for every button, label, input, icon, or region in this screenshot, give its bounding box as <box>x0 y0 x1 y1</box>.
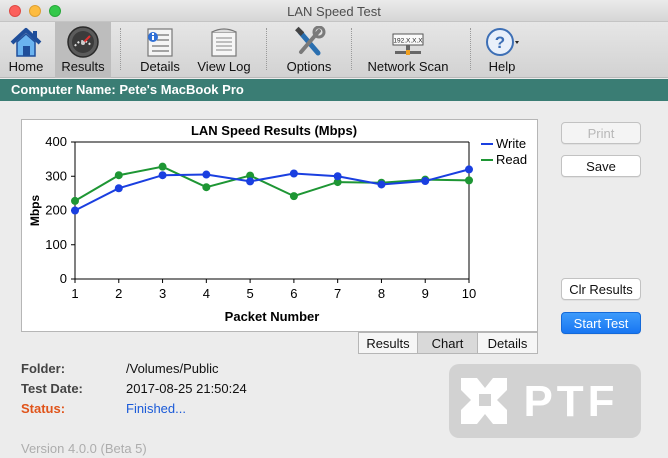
chart-x-tick-label: 10 <box>462 286 476 301</box>
toolbar-options-label: Options <box>286 59 332 74</box>
version-label: Version 4.0.0 (Beta 5) <box>21 441 147 456</box>
chart-point-write <box>333 172 342 181</box>
network-scan-icon: 192.X.X.X <box>392 33 424 55</box>
toolbar-separator <box>351 28 352 70</box>
chart-legend-label-read: Read <box>496 152 527 167</box>
details-icon <box>147 28 173 57</box>
chart-x-tick-label: 9 <box>422 286 429 301</box>
toolbar-separator <box>120 28 121 70</box>
chart-x-tick-label: 2 <box>115 286 122 301</box>
print-button[interactable]: Print <box>561 122 641 144</box>
chart-x-tick-label: 4 <box>203 286 210 301</box>
help-icon: ? <box>486 28 519 56</box>
save-button[interactable]: Save <box>561 155 641 177</box>
title-bar: LAN Speed Test <box>0 0 668 22</box>
computer-name-bar: Computer Name: Pete's MacBook Pro <box>0 79 668 101</box>
test-date-label: Test Date: <box>21 381 83 396</box>
lan-speed-chart: LAN Speed Results (Mbps) Packet Number Mbp… <box>28 123 527 324</box>
toolbar-options-button[interactable]: Options <box>280 22 338 78</box>
toolbar-help-button[interactable]: ? Help <box>480 22 524 78</box>
chart-point-write <box>421 177 430 186</box>
clear-results-button[interactable]: Clr Results <box>561 278 641 300</box>
chart-point-read <box>289 192 298 201</box>
chart-point-write <box>246 177 255 186</box>
toolbar-results-label: Results <box>61 59 105 74</box>
chart-y-tick-label: 400 <box>45 134 67 149</box>
chart-point-read <box>114 171 123 180</box>
toolbar-view-log-button[interactable]: View Log <box>193 22 255 78</box>
chart-point-read <box>71 196 79 205</box>
ptf-logo: PTF <box>449 364 641 438</box>
toolbar-network-scan-label: Network Scan <box>367 59 449 74</box>
tab-chart[interactable]: Chart <box>417 332 478 354</box>
chart-point-write <box>158 171 167 180</box>
folder-label: Folder: <box>21 361 66 376</box>
toolbar-network-scan-button[interactable]: 192.X.X.X Network Scan <box>362 22 454 78</box>
ptf-logo-mark-icon: PTF <box>461 377 618 426</box>
chart-y-tick-label: 0 <box>60 271 67 286</box>
start-test-button[interactable]: Start Test <box>561 312 641 334</box>
folder-value: /Volumes/Public <box>126 361 219 376</box>
toolbar-home-label: Home <box>8 59 44 74</box>
chart-x-tick-label: 6 <box>290 286 297 301</box>
chart-x-tick-label: 8 <box>378 286 385 301</box>
chart-y-axis-label: Mbps <box>28 195 42 227</box>
chart-x-axis-label: Packet Number <box>225 309 320 324</box>
chart-point-read <box>158 162 167 171</box>
chart-point-write <box>465 165 473 174</box>
chart-point-write <box>114 184 123 193</box>
toolbar-details-label: Details <box>140 59 180 74</box>
toolbar-details-button[interactable]: Details <box>134 22 186 78</box>
window-title: LAN Speed Test <box>287 4 381 19</box>
chart-legend-label-write: Write <box>496 136 526 151</box>
toolbar: Home Results Details View Log Options 19… <box>0 22 668 78</box>
ptf-logo-text: PTF <box>523 377 618 426</box>
chart-title: LAN Speed Results (Mbps) <box>191 123 357 138</box>
chart-y-tick-label: 300 <box>45 168 67 183</box>
chart-point-read <box>465 176 473 185</box>
chart-point-write <box>71 206 79 215</box>
speedometer-icon <box>67 26 99 58</box>
chart-panel: LAN Speed Results (Mbps) Packet Number Mbp… <box>21 119 538 332</box>
chart-y-tick-label: 200 <box>45 203 67 218</box>
chart-x-tick-label: 5 <box>246 286 253 301</box>
tab-results[interactable]: Results <box>358 332 418 354</box>
network-scan-ip-text: 192.X.X.X <box>393 38 423 45</box>
chart-series-line-write <box>74 168 470 212</box>
chart-x-tick-label: 7 <box>334 286 341 301</box>
toolbar-view-log-label: View Log <box>197 59 251 74</box>
chart-y-tick-label: 100 <box>45 237 67 252</box>
chart-point-read <box>202 183 211 192</box>
status-label: Status: <box>21 401 66 416</box>
toolbar-results-button[interactable]: Results <box>55 22 111 78</box>
log-icon <box>211 28 237 57</box>
tab-details[interactable]: Details <box>477 332 538 354</box>
toolbar-separator <box>266 28 267 70</box>
chart-x-tick-label: 3 <box>159 286 166 301</box>
chart-point-write <box>289 169 298 178</box>
chart-x-tick-label: 1 <box>71 286 78 301</box>
tools-icon <box>295 26 326 56</box>
chart-point-write <box>377 180 386 189</box>
toolbar-home-button[interactable]: Home <box>3 22 49 78</box>
toolbar-separator <box>470 28 471 70</box>
chart-point-write <box>202 170 211 179</box>
home-icon <box>10 28 42 57</box>
status-value: Finished... <box>126 401 186 416</box>
toolbar-help-label: Help <box>488 59 516 74</box>
test-date-value: 2017-08-25 21:50:24 <box>126 381 247 396</box>
svg-text:?: ? <box>495 33 505 52</box>
